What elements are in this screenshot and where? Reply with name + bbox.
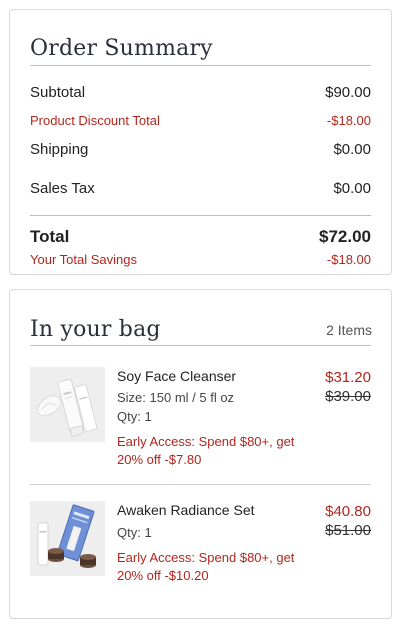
total-value: $72.00	[319, 227, 371, 246]
item-promo-discount: Early Access: Spend $80+, get 20% off -$…	[117, 550, 295, 583]
savings-label: Your Total Savings	[30, 252, 137, 267]
order-summary-title: Order Summary	[30, 36, 213, 61]
total-row: Total $72.00	[30, 227, 371, 247]
total-divider	[30, 215, 371, 216]
cleanser-tube-image	[30, 367, 105, 442]
bag-title: In your bag	[30, 317, 161, 342]
subtotal-row: Subtotal $90.00	[30, 84, 371, 101]
subtotal-label: Subtotal	[30, 84, 86, 101]
item-size: Size: 150 ml / 5 fl oz	[117, 390, 235, 405]
item-original-price: $39.00	[325, 388, 371, 405]
bag-item-count: 2 Items	[326, 322, 372, 338]
item-sale-price: $31.20	[325, 369, 371, 386]
order-summary-card: Order Summary Subtotal $90.00 Product Di…	[9, 9, 392, 275]
title-divider	[30, 65, 371, 66]
savings-value: -$18.00	[326, 252, 371, 267]
product-image-awaken-radiance-set[interactable]	[30, 501, 105, 576]
subtotal-value: $90.00	[325, 84, 371, 101]
item-quantity: Qty: 1	[117, 525, 152, 540]
discount-value: -$18.00	[326, 113, 371, 128]
product-image-soy-face-cleanser[interactable]	[30, 367, 105, 442]
savings-row: Your Total Savings -$18.00	[30, 252, 371, 267]
sales-tax-row: Sales Tax $0.00	[30, 180, 371, 197]
item-sale-price: $40.80	[325, 503, 371, 520]
item-name-soy-face-cleanser[interactable]: Soy Face Cleanser	[117, 368, 236, 384]
item-quantity: Qty: 1	[117, 409, 152, 424]
item-name-awaken-radiance-set[interactable]: Awaken Radiance Set	[117, 502, 255, 518]
radiance-set-image	[30, 501, 105, 576]
shipping-value: $0.00	[333, 141, 371, 158]
item-original-price: $51.00	[325, 522, 371, 539]
total-label: Total	[30, 227, 70, 246]
shipping-label: Shipping	[30, 141, 89, 158]
item-promo-discount: Early Access: Spend $80+, get 20% off -$…	[117, 434, 295, 467]
discount-row: Product Discount Total -$18.00	[30, 113, 371, 128]
bag-title-divider	[30, 345, 371, 346]
discount-label: Product Discount Total	[30, 113, 160, 128]
item-divider	[30, 484, 371, 485]
sales-tax-value: $0.00	[333, 180, 371, 197]
shipping-row: Shipping $0.00	[30, 141, 371, 158]
sales-tax-label: Sales Tax	[30, 180, 95, 197]
bag-card: In your bag 2 Items Soy Face Cleanser Si…	[9, 289, 392, 619]
